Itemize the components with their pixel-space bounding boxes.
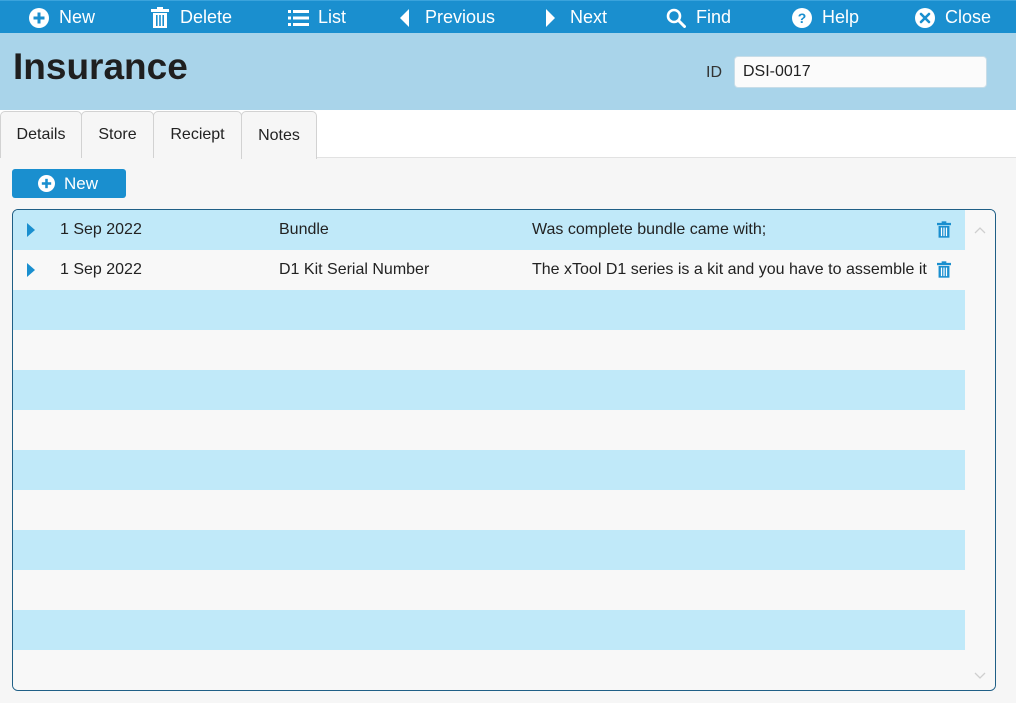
close-button-label: Close bbox=[945, 7, 992, 27]
new-button[interactable]: New bbox=[28, 1, 95, 34]
close-button[interactable]: Close bbox=[914, 1, 991, 34]
expand-arrow-icon[interactable] bbox=[27, 263, 35, 277]
find-button[interactable]: Find bbox=[665, 1, 731, 34]
scroll-down-icon[interactable] bbox=[974, 668, 986, 679]
note-text: Was complete bundle came with; bbox=[532, 221, 767, 238]
id-field[interactable] bbox=[734, 56, 987, 88]
find-button-label: Find bbox=[696, 7, 732, 27]
new-button-label: New bbox=[59, 7, 96, 27]
tab-store[interactable]: Store bbox=[81, 111, 154, 158]
list-button-label: List bbox=[318, 7, 347, 27]
trash-icon bbox=[149, 7, 171, 29]
delete-note-icon[interactable] bbox=[937, 261, 951, 283]
empty-row bbox=[13, 450, 965, 490]
empty-row bbox=[13, 410, 965, 450]
empty-row bbox=[13, 650, 965, 690]
next-button[interactable]: Next bbox=[539, 1, 607, 34]
empty-row bbox=[13, 610, 965, 650]
previous-button-label: Previous bbox=[425, 7, 496, 27]
expand-arrow-icon[interactable] bbox=[27, 223, 35, 237]
new-note-button[interactable]: New bbox=[12, 169, 126, 198]
delete-button-label: Delete bbox=[180, 7, 233, 27]
plus-circle-icon bbox=[38, 175, 55, 192]
table-row[interactable]: 1 Sep 2022 Bundle Was complete bundle ca… bbox=[13, 210, 965, 250]
delete-note-icon[interactable] bbox=[937, 221, 951, 243]
search-icon bbox=[665, 7, 687, 29]
empty-row bbox=[13, 330, 965, 370]
note-subject: D1 Kit Serial Number bbox=[279, 261, 430, 278]
vertical-scrollbar[interactable] bbox=[965, 210, 995, 690]
note-date: 1 Sep 2022 bbox=[60, 261, 142, 278]
close-circle-icon bbox=[914, 7, 936, 29]
toolbar: New Delete List Previous Next Find ? Hel… bbox=[0, 0, 1016, 33]
scroll-up-icon[interactable] bbox=[974, 222, 986, 234]
help-button-label: Help bbox=[822, 7, 860, 27]
note-date: 1 Sep 2022 bbox=[60, 221, 142, 238]
empty-row bbox=[13, 370, 965, 410]
page-title: Insurance bbox=[13, 46, 188, 87]
empty-row bbox=[13, 530, 965, 570]
list-button[interactable]: List bbox=[287, 1, 346, 34]
delete-button[interactable]: Delete bbox=[149, 1, 232, 34]
next-button-label: Next bbox=[570, 7, 608, 27]
chevron-right-icon bbox=[539, 7, 561, 29]
previous-button[interactable]: Previous bbox=[394, 1, 495, 34]
empty-row bbox=[13, 290, 965, 330]
tab-details[interactable]: Details bbox=[0, 111, 82, 158]
table-row[interactable]: 1 Sep 2022 D1 Kit Serial Number The xToo… bbox=[13, 250, 965, 290]
list-icon bbox=[287, 7, 309, 29]
chevron-left-icon bbox=[394, 7, 416, 29]
record-header: Insurance ID bbox=[0, 33, 1016, 110]
help-button[interactable]: ? Help bbox=[791, 1, 859, 34]
note-subject: Bundle bbox=[279, 221, 329, 238]
notes-grid: 1 Sep 2022 Bundle Was complete bundle ca… bbox=[12, 209, 996, 691]
new-note-label: New bbox=[64, 173, 99, 193]
empty-row bbox=[13, 570, 965, 610]
tab-bar: Details Store Reciept Notes bbox=[0, 110, 1016, 159]
plus-circle-icon bbox=[28, 7, 50, 29]
note-text: The xTool D1 series is a kit and you hav… bbox=[532, 261, 927, 278]
tab-reciept[interactable]: Reciept bbox=[153, 111, 242, 158]
help-circle-icon: ? bbox=[791, 7, 813, 29]
svg-text:?: ? bbox=[798, 10, 807, 26]
id-label: ID bbox=[706, 64, 722, 81]
tab-notes[interactable]: Notes bbox=[241, 111, 317, 159]
empty-row bbox=[13, 490, 965, 530]
